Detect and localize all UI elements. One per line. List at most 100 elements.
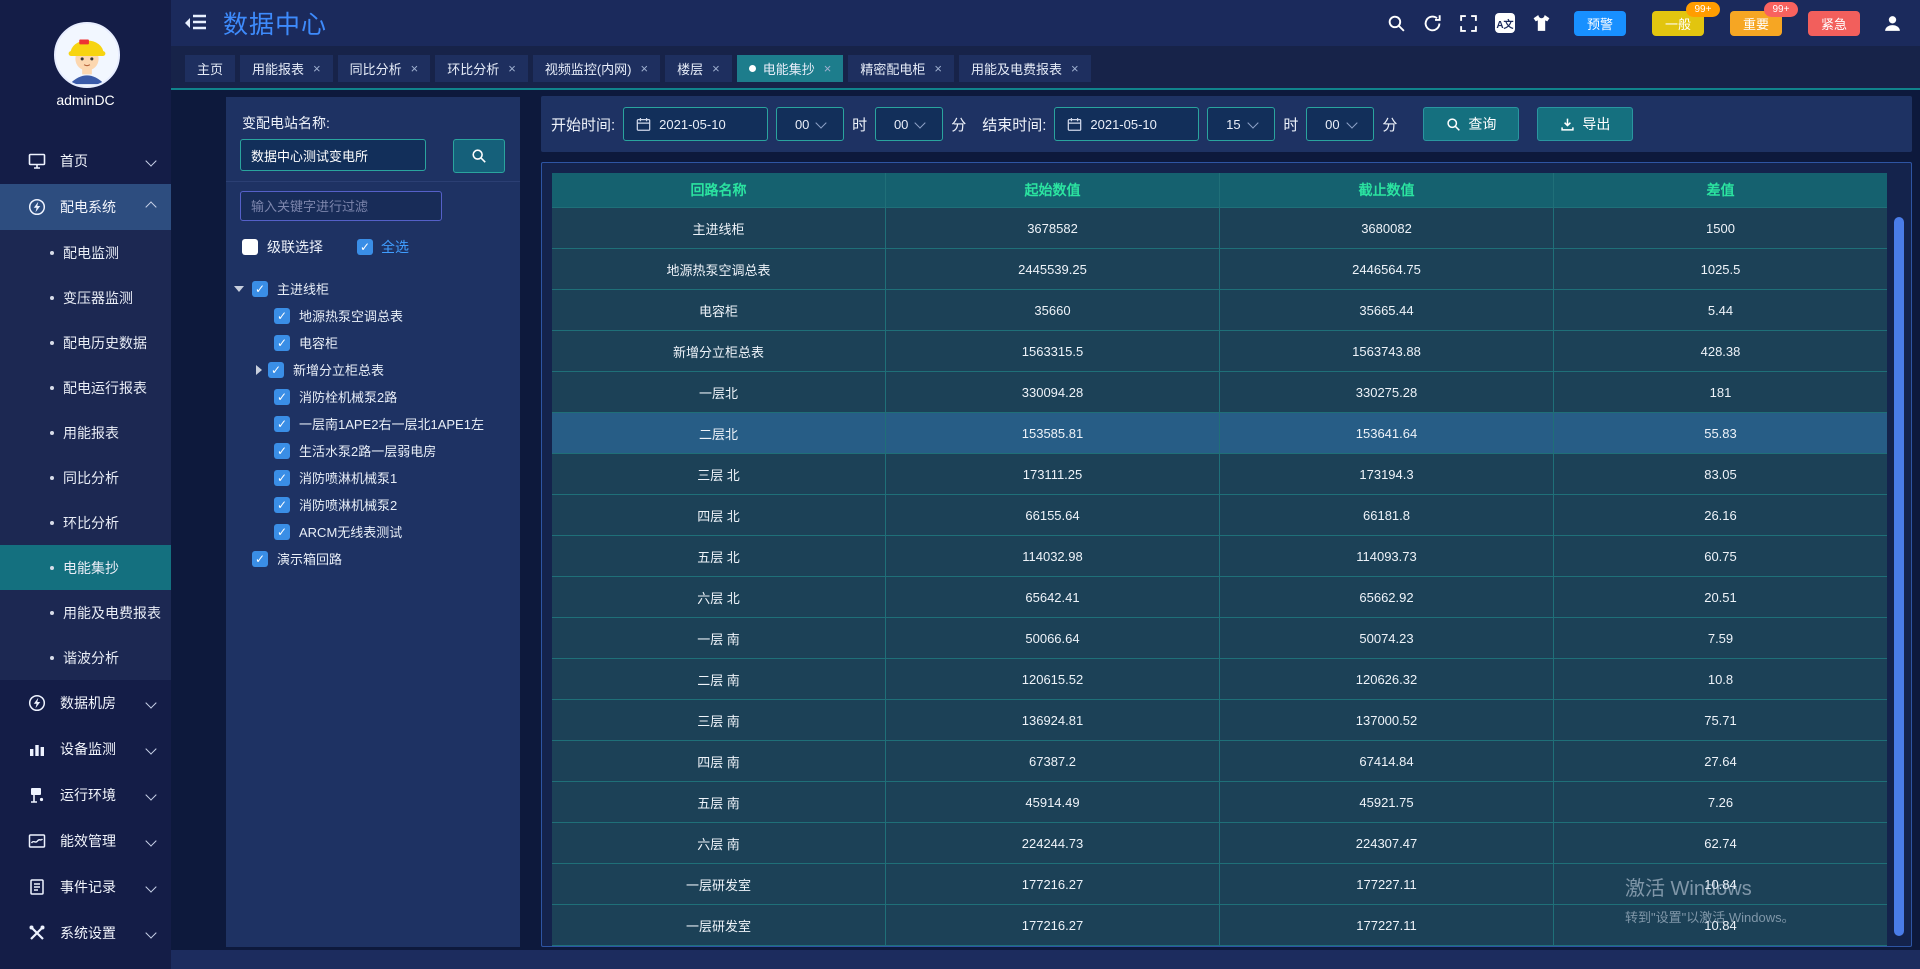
tree-node-地源热泵空调总表[interactable]: ✓地源热泵空调总表 bbox=[226, 302, 520, 329]
query-button[interactable]: 查询 bbox=[1423, 107, 1519, 141]
close-icon[interactable]: × bbox=[824, 61, 832, 76]
sidebar-item-配电监测[interactable]: 配电监测 bbox=[0, 230, 171, 275]
sidebar-item-谐波分析[interactable]: 谐波分析 bbox=[0, 635, 171, 680]
theme-icon[interactable] bbox=[1532, 14, 1551, 33]
sidebar-item-用能报表[interactable]: 用能报表 bbox=[0, 410, 171, 455]
sidebar-item-同比分析[interactable]: 同比分析 bbox=[0, 455, 171, 500]
sidebar-item-首页[interactable]: 首页 bbox=[0, 138, 171, 184]
sidebar-item-能效管理[interactable]: 能效管理 bbox=[0, 818, 171, 864]
table-row[interactable]: 电容柜3566035665.445.44 bbox=[552, 289, 1887, 330]
tree-node-演示箱回路[interactable]: ✓演示箱回路 bbox=[226, 545, 520, 572]
table-row[interactable]: 一层研发室177216.27177227.1110.84 bbox=[552, 863, 1887, 904]
tab-环比分析[interactable]: 环比分析× bbox=[435, 55, 528, 82]
start-minute-select[interactable]: 00 bbox=[875, 107, 943, 141]
translate-icon[interactable]: A文 bbox=[1495, 13, 1515, 33]
table-row[interactable]: 六层 北65642.4165662.9220.51 bbox=[552, 576, 1887, 617]
alarm-button-一般[interactable]: 一般99+ bbox=[1652, 11, 1704, 36]
close-icon[interactable]: × bbox=[712, 61, 720, 76]
sidebar-item-配电运行报表[interactable]: 配电运行报表 bbox=[0, 365, 171, 410]
end-hour-select[interactable]: 15 bbox=[1207, 107, 1275, 141]
tab-楼层[interactable]: 楼层× bbox=[665, 55, 732, 82]
tab-用能及电费报表[interactable]: 用能及电费报表× bbox=[959, 55, 1091, 82]
tree-checkbox[interactable]: ✓ bbox=[274, 335, 290, 351]
sidebar-item-用能及电费报表[interactable]: 用能及电费报表 bbox=[0, 590, 171, 635]
tab-电能集抄[interactable]: 电能集抄× bbox=[737, 55, 844, 82]
close-icon[interactable]: × bbox=[508, 61, 516, 76]
tab-主页[interactable]: 主页 bbox=[185, 55, 235, 82]
sidebar-item-环比分析[interactable]: 环比分析 bbox=[0, 500, 171, 545]
tree-checkbox[interactable]: ✓ bbox=[252, 551, 268, 567]
tree-checkbox[interactable]: ✓ bbox=[268, 362, 284, 378]
tree-node-消防喷淋机械泵2[interactable]: ✓消防喷淋机械泵2 bbox=[226, 491, 520, 518]
station-search-button[interactable] bbox=[453, 139, 505, 173]
close-icon[interactable]: × bbox=[411, 61, 419, 76]
table-row[interactable]: 二层 南120615.52120626.3210.8 bbox=[552, 658, 1887, 699]
sidebar-item-设备监测[interactable]: 设备监测 bbox=[0, 726, 171, 772]
sidebar-item-配电历史数据[interactable]: 配电历史数据 bbox=[0, 320, 171, 365]
user-icon[interactable] bbox=[1883, 14, 1902, 33]
export-button[interactable]: 导出 bbox=[1537, 107, 1633, 141]
sidebar-item-数据机房[interactable]: 数据机房 bbox=[0, 680, 171, 726]
alarm-button-紧急[interactable]: 紧急 bbox=[1808, 11, 1860, 36]
tree-node-消防喷淋机械泵1[interactable]: ✓消防喷淋机械泵1 bbox=[226, 464, 520, 491]
table-row[interactable]: 新增分立柜总表1563315.51563743.88428.38 bbox=[552, 330, 1887, 371]
table-row[interactable]: 主进线柜367858236800821500 bbox=[552, 207, 1887, 248]
search-icon[interactable] bbox=[1387, 14, 1406, 33]
tree-checkbox[interactable]: ✓ bbox=[274, 524, 290, 540]
table-row[interactable]: 四层 南67387.267414.8427.64 bbox=[552, 740, 1887, 781]
sidebar-item-事件记录[interactable]: 事件记录 bbox=[0, 864, 171, 910]
sidebar-item-配电系统[interactable]: 配电系统 bbox=[0, 184, 171, 230]
refresh-icon[interactable] bbox=[1423, 14, 1442, 33]
table-row[interactable]: 地源热泵空调总表2445539.252446564.751025.5 bbox=[552, 248, 1887, 289]
table-scrollbar[interactable] bbox=[1894, 217, 1904, 936]
station-name-input[interactable] bbox=[240, 139, 426, 171]
tree-checkbox[interactable]: ✓ bbox=[274, 308, 290, 324]
tree-node-主进线柜[interactable]: ✓主进线柜 bbox=[226, 275, 520, 302]
table-row-partial[interactable] bbox=[552, 945, 1887, 947]
tree-collapsed-icon[interactable] bbox=[256, 365, 262, 375]
tree-checkbox[interactable]: ✓ bbox=[274, 416, 290, 432]
tree-node-ARCM无线表测试[interactable]: ✓ARCM无线表测试 bbox=[226, 518, 520, 545]
tree-node-消防栓机械泵2路[interactable]: ✓消防栓机械泵2路 bbox=[226, 383, 520, 410]
tree-node-一层南1APE2右一层北1APE1左[interactable]: ✓一层南1APE2右一层北1APE1左 bbox=[226, 410, 520, 437]
table-row[interactable]: 五层 南45914.4945921.757.26 bbox=[552, 781, 1887, 822]
close-icon[interactable]: × bbox=[641, 61, 649, 76]
table-row[interactable]: 二层北153585.81153641.6455.83 bbox=[552, 412, 1887, 453]
table-row[interactable]: 四层 北66155.6466181.826.16 bbox=[552, 494, 1887, 535]
close-icon[interactable]: × bbox=[313, 61, 321, 76]
table-row[interactable]: 三层 南136924.81137000.5275.71 bbox=[552, 699, 1887, 740]
fullscreen-icon[interactable] bbox=[1459, 14, 1478, 33]
end-minute-select[interactable]: 00 bbox=[1306, 107, 1374, 141]
tree-filter-input[interactable] bbox=[240, 191, 442, 221]
tree-checkbox[interactable]: ✓ bbox=[274, 389, 290, 405]
tab-视频监控(内网)[interactable]: 视频监控(内网)× bbox=[533, 55, 660, 82]
table-row[interactable]: 六层 南224244.73224307.4762.74 bbox=[552, 822, 1887, 863]
tab-同比分析[interactable]: 同比分析× bbox=[338, 55, 431, 82]
tree-checkbox[interactable]: ✓ bbox=[274, 443, 290, 459]
tree-checkbox[interactable]: ✓ bbox=[274, 470, 290, 486]
tab-用能报表[interactable]: 用能报表× bbox=[240, 55, 333, 82]
table-row[interactable]: 五层 北114032.98114093.7360.75 bbox=[552, 535, 1887, 576]
cascade-checkbox[interactable] bbox=[242, 239, 258, 255]
start-hour-select[interactable]: 00 bbox=[776, 107, 844, 141]
tab-精密配电柜[interactable]: 精密配电柜× bbox=[848, 55, 954, 82]
collapse-menu-icon[interactable] bbox=[185, 14, 207, 32]
end-date-input[interactable]: 2021-05-10 bbox=[1054, 107, 1199, 141]
sidebar-item-变压器监测[interactable]: 变压器监测 bbox=[0, 275, 171, 320]
table-row[interactable]: 一层北330094.28330275.28181 bbox=[552, 371, 1887, 412]
select-all[interactable]: ✓ 全选 bbox=[357, 237, 409, 257]
alarm-button-预警[interactable]: 预警 bbox=[1574, 11, 1626, 36]
table-row[interactable]: 三层 北173111.25173194.383.05 bbox=[552, 453, 1887, 494]
sidebar-item-系统设置[interactable]: 系统设置 bbox=[0, 910, 171, 956]
tree-checkbox[interactable]: ✓ bbox=[252, 281, 268, 297]
avatar[interactable] bbox=[54, 22, 120, 88]
alarm-button-重要[interactable]: 重要99+ bbox=[1730, 11, 1782, 36]
tree-node-生活水泵2路一层弱电房[interactable]: ✓生活水泵2路一层弱电房 bbox=[226, 437, 520, 464]
close-icon[interactable]: × bbox=[1071, 61, 1079, 76]
start-date-input[interactable]: 2021-05-10 bbox=[623, 107, 768, 141]
table-row[interactable]: 一层研发室177216.27177227.1110.84 bbox=[552, 904, 1887, 945]
tree-node-新增分立柜总表[interactable]: ✓新增分立柜总表 bbox=[226, 356, 520, 383]
select-all-checkbox[interactable]: ✓ bbox=[357, 239, 373, 255]
close-icon[interactable]: × bbox=[934, 61, 942, 76]
tree-node-电容柜[interactable]: ✓电容柜 bbox=[226, 329, 520, 356]
